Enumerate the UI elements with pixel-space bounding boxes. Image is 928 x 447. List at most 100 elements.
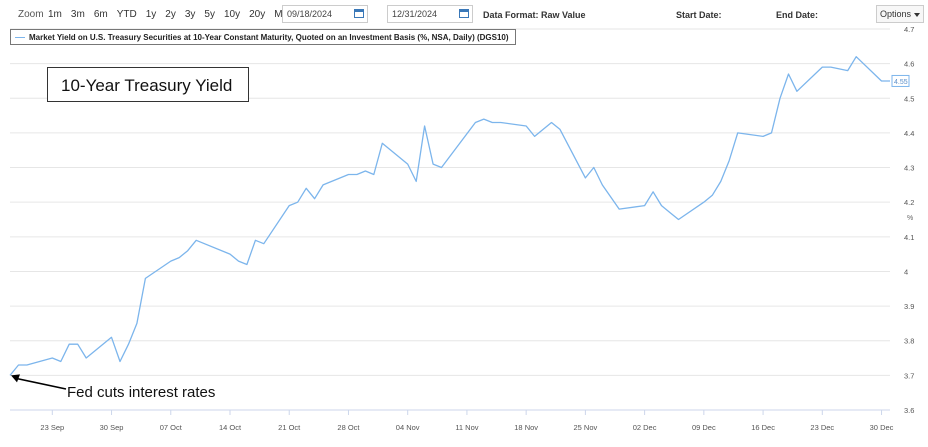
data-point[interactable] <box>845 68 850 73</box>
data-point[interactable] <box>58 359 63 364</box>
data-point[interactable] <box>363 169 368 174</box>
y-tick-label: 4.4 <box>904 129 914 138</box>
data-point[interactable] <box>473 120 478 125</box>
x-tick-label: 07 Oct <box>160 423 183 432</box>
last-value-label: 4.55 <box>894 79 908 86</box>
legend-swatch <box>15 36 25 38</box>
data-point[interactable] <box>549 120 554 125</box>
annotation-arrow-line <box>15 377 67 390</box>
x-tick-label: 21 Oct <box>278 423 301 432</box>
data-point[interactable] <box>498 120 503 125</box>
data-point[interactable] <box>16 362 21 367</box>
data-point[interactable] <box>524 123 529 128</box>
data-point[interactable] <box>228 252 233 257</box>
data-point[interactable] <box>244 262 249 267</box>
data-point[interactable] <box>24 362 29 367</box>
series-line-dgs10[interactable] <box>9 56 890 376</box>
data-point[interactable] <box>735 130 740 135</box>
data-point[interactable] <box>295 200 300 205</box>
data-point[interactable] <box>820 65 825 70</box>
annotation-fed-note: Fed cuts interest rates <box>67 384 216 401</box>
y-tick-label: 3.9 <box>904 302 914 311</box>
data-point[interactable] <box>439 165 444 170</box>
data-point[interactable] <box>109 335 114 340</box>
data-point[interactable] <box>710 193 715 198</box>
data-point[interactable] <box>541 127 546 132</box>
data-point[interactable] <box>177 255 182 260</box>
x-tick-label: 14 Oct <box>219 423 242 432</box>
data-point[interactable] <box>261 241 266 246</box>
data-point[interactable] <box>794 89 799 94</box>
data-point[interactable] <box>481 117 486 122</box>
data-point[interactable] <box>84 356 89 361</box>
data-point[interactable] <box>371 172 376 177</box>
data-point[interactable] <box>761 134 766 139</box>
data-point[interactable] <box>854 54 859 59</box>
data-point[interactable] <box>778 96 783 101</box>
annotation-title-box: 10-Year Treasury Yield <box>47 67 249 102</box>
data-point[interactable] <box>354 172 359 177</box>
x-tick-label: 09 Dec <box>692 423 716 432</box>
data-point[interactable] <box>67 342 72 347</box>
data-point[interactable] <box>134 321 139 326</box>
data-point[interactable] <box>668 210 673 215</box>
data-point[interactable] <box>769 130 774 135</box>
data-point[interactable] <box>659 203 664 208</box>
x-tick-label: 28 Oct <box>337 423 360 432</box>
data-point[interactable] <box>727 158 732 163</box>
data-point[interactable] <box>431 162 436 167</box>
data-point[interactable] <box>558 127 563 132</box>
y-axis-unit: % <box>907 215 913 222</box>
data-point[interactable] <box>532 134 537 139</box>
y-tick-label: 4.6 <box>904 60 914 69</box>
x-tick-label: 25 Nov <box>574 423 598 432</box>
data-point[interactable] <box>287 203 292 208</box>
data-point[interactable] <box>591 165 596 170</box>
data-point[interactable] <box>168 259 173 264</box>
data-point[interactable] <box>185 248 190 253</box>
data-point[interactable] <box>879 78 884 83</box>
y-tick-label: 4.2 <box>904 198 914 207</box>
y-tick-label: 3.6 <box>904 406 914 415</box>
data-point[interactable] <box>304 186 309 191</box>
y-tick-label: 4.5 <box>904 94 914 103</box>
data-point[interactable] <box>422 123 427 128</box>
data-point[interactable] <box>143 276 148 281</box>
x-tick-label: 18 Nov <box>514 423 538 432</box>
y-tick-label: 4.1 <box>904 233 914 242</box>
chart-legend[interactable]: Market Yield on U.S. Treasury Securities… <box>10 29 516 45</box>
x-tick-label: 30 Sep <box>100 423 124 432</box>
data-point[interactable] <box>718 179 723 184</box>
x-tick-label: 23 Sep <box>40 423 64 432</box>
annotation-title-text: 10-Year Treasury Yield <box>61 76 233 95</box>
data-point[interactable] <box>583 175 588 180</box>
data-point[interactable] <box>346 172 351 177</box>
data-point[interactable] <box>126 342 131 347</box>
data-point[interactable] <box>194 238 199 243</box>
data-point[interactable] <box>236 259 241 264</box>
data-point[interactable] <box>701 200 706 205</box>
data-point[interactable] <box>118 359 123 364</box>
data-point[interactable] <box>490 120 495 125</box>
x-tick-label: 11 Nov <box>455 423 478 432</box>
data-point[interactable] <box>642 203 647 208</box>
data-point[interactable] <box>405 162 410 167</box>
data-point[interactable] <box>600 182 605 187</box>
data-point[interactable] <box>828 65 833 70</box>
data-point[interactable] <box>50 356 55 361</box>
data-point[interactable] <box>676 217 681 222</box>
y-tick-label: 4 <box>904 267 908 276</box>
data-point[interactable] <box>414 179 419 184</box>
data-point[interactable] <box>786 72 791 77</box>
data-point[interactable] <box>617 207 622 212</box>
data-point[interactable] <box>312 196 317 201</box>
data-point[interactable] <box>380 141 385 146</box>
x-tick-label: 02 Dec <box>633 423 657 432</box>
x-tick-label: 16 Dec <box>751 423 775 432</box>
y-tick-label: 4.7 <box>904 25 914 34</box>
data-point[interactable] <box>253 238 258 243</box>
data-point[interactable] <box>75 342 80 347</box>
y-tick-label: 3.7 <box>904 371 914 380</box>
data-point[interactable] <box>321 182 326 187</box>
data-point[interactable] <box>651 189 656 194</box>
